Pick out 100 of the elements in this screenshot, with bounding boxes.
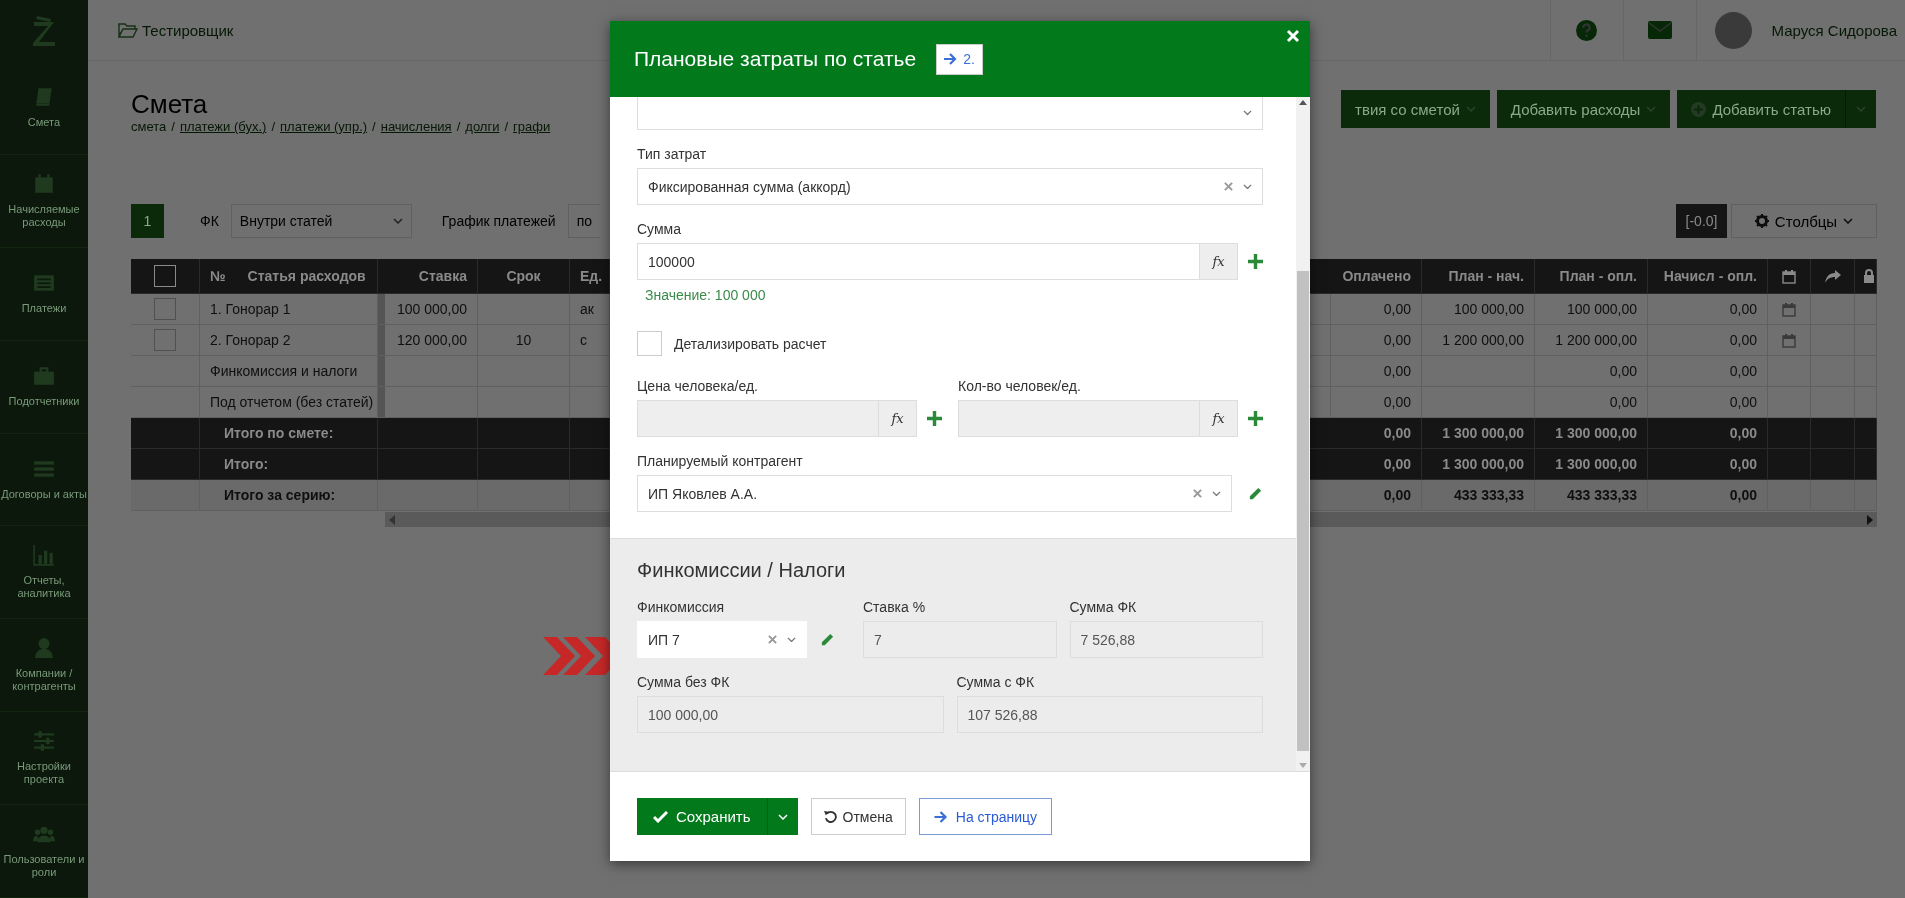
table-cell	[131, 418, 200, 449]
scroll-down-icon[interactable]	[1299, 763, 1307, 768]
logo-icon[interactable]	[31, 13, 57, 48]
sidebar-item[interactable]: Начисляемые расходы	[0, 154, 88, 248]
sidebar-item[interactable]: Настройки проекта	[0, 712, 88, 806]
field-label: Тип затрат	[637, 145, 707, 164]
caret-icon	[1243, 183, 1252, 190]
select-field[interactable]: Фиксированная сумма (аккорд)	[637, 168, 1263, 205]
sidebar-item[interactable]: Договоры и акты	[0, 433, 88, 527]
field-label: Кол-во человек/ед.	[958, 377, 1081, 396]
pencil-icon[interactable]	[1248, 486, 1263, 501]
book-icon	[33, 86, 55, 109]
envelope-icon[interactable]	[1647, 21, 1672, 39]
sidebar-item[interactable]: Платежи	[0, 247, 88, 341]
help-icon[interactable]	[1576, 19, 1598, 41]
table-cell: 10	[478, 325, 570, 356]
checkbox-label: Детализировать расчет	[674, 335, 827, 352]
breadcrumb-separator: /	[171, 119, 175, 134]
caret-icon	[1465, 106, 1476, 112]
select-field[interactable]: Внутри статей	[230, 204, 412, 238]
caret-icon	[787, 636, 796, 643]
pencil-icon[interactable]	[820, 632, 835, 647]
table-cell	[1811, 418, 1855, 449]
field-label: Планируемый контрагент	[637, 452, 803, 471]
avatar-icon[interactable]	[1714, 11, 1752, 49]
sidebar-item[interactable]: Пользователи и роли	[0, 805, 88, 898]
field-label: Финкомиссия	[637, 598, 725, 617]
scrollbar-thumb[interactable]	[1297, 271, 1309, 751]
select-field[interactable]	[637, 97, 1263, 130]
select-field[interactable]: ИП Яковлев А.А.	[637, 475, 1232, 512]
breadcrumb-link[interactable]: платежи (упр.)	[280, 119, 368, 134]
user-name[interactable]: Маруся Сидорова	[1771, 21, 1897, 39]
dropdown-toggle[interactable]	[766, 798, 798, 835]
field-label: Сумма	[637, 220, 681, 239]
add-item-button[interactable]: Добавить статью	[1677, 90, 1845, 128]
breadcrumb-link[interactable]: долги	[465, 119, 500, 134]
table-cell	[1855, 449, 1877, 480]
table-cell: 1 300 000,00	[1535, 418, 1648, 449]
horizontal-scrollbar[interactable]	[1310, 512, 1877, 527]
table-cell: Итого по смете:	[200, 418, 378, 449]
go-to-page-button[interactable]: На страницу	[918, 798, 1053, 835]
sliders-icon	[33, 730, 55, 753]
plus-icon[interactable]	[927, 411, 942, 426]
scroll-up-icon[interactable]	[1299, 100, 1307, 105]
dropdown-button[interactable]: Добавить расходы	[1496, 90, 1671, 128]
breadcrumb-link[interactable]: платежи (бух.)	[179, 119, 267, 134]
input-field[interactable]: 100000	[637, 243, 1200, 280]
plus-icon[interactable]	[1248, 254, 1263, 269]
save-button[interactable]: Сохранить	[637, 798, 767, 835]
sidebar-item[interactable]: Отчеты, аналитика	[0, 526, 88, 620]
person-icon	[33, 637, 55, 660]
table-cell	[1811, 449, 1855, 480]
dropdown-button[interactable]: твия со сметой	[1341, 90, 1490, 128]
table-cell: 433 333,33	[1422, 480, 1535, 511]
precision-badge[interactable]: [-0.0]	[1676, 204, 1727, 238]
next-item-link[interactable]: 2.	[936, 43, 983, 75]
row-checkbox[interactable]	[154, 329, 176, 351]
calendar-icon	[33, 172, 55, 195]
table-cell: 0,00	[1326, 294, 1422, 325]
clear-icon[interactable]	[768, 635, 777, 644]
page-title: Смета	[131, 89, 208, 119]
breadcrumb-separator: /	[456, 119, 461, 134]
clear-icon[interactable]	[1193, 489, 1202, 498]
caret-icon	[1856, 106, 1866, 112]
breadcrumb-link[interactable]: графи	[513, 119, 551, 134]
section-title: Финкомиссии / Налоги	[637, 558, 846, 583]
sidebar-item[interactable]: Компании / контрагенты	[0, 619, 88, 713]
table-cell	[1811, 480, 1855, 511]
table-cell	[131, 449, 200, 480]
row-checkbox[interactable]	[154, 298, 176, 320]
project-name[interactable]: Тестировщик	[142, 21, 234, 39]
table-cell	[1855, 480, 1877, 511]
columns-button[interactable]: Столбцы	[1731, 204, 1877, 238]
dropdown-toggle[interactable]	[1845, 90, 1876, 128]
select-field[interactable]: по	[567, 204, 600, 238]
calendar-icon	[1782, 332, 1796, 348]
select-field[interactable]: ИП 7	[637, 621, 807, 658]
breadcrumb-separator: /	[271, 119, 275, 134]
briefcase-icon	[33, 365, 55, 388]
header-checkbox[interactable]	[154, 265, 176, 287]
table-cell	[1768, 480, 1811, 511]
page-badge[interactable]: 1	[131, 204, 164, 238]
vertical-scrollbar[interactable]	[1296, 97, 1310, 771]
scroll-left-icon[interactable]	[389, 514, 395, 525]
sidebar-item[interactable]: Смета	[0, 61, 88, 155]
cancel-button[interactable]: Отмена	[810, 798, 906, 835]
clear-icon[interactable]	[1224, 182, 1233, 191]
breadcrumb-link[interactable]: начисления	[380, 119, 452, 134]
column-header: Ед.	[570, 259, 610, 294]
sidebar-item[interactable]: Подотчетники	[0, 340, 88, 434]
scroll-right-icon[interactable]	[1867, 514, 1873, 525]
checkbox[interactable]	[637, 331, 662, 356]
formula-button[interactable]: fx	[1200, 243, 1238, 280]
caret-icon	[392, 218, 403, 224]
caret-icon	[1646, 106, 1657, 112]
table-cell	[570, 449, 610, 480]
bar-chart-icon	[33, 544, 55, 567]
horizontal-scrollbar[interactable]	[385, 512, 610, 527]
plus-icon[interactable]	[1248, 411, 1263, 426]
table-cell	[1768, 449, 1811, 480]
